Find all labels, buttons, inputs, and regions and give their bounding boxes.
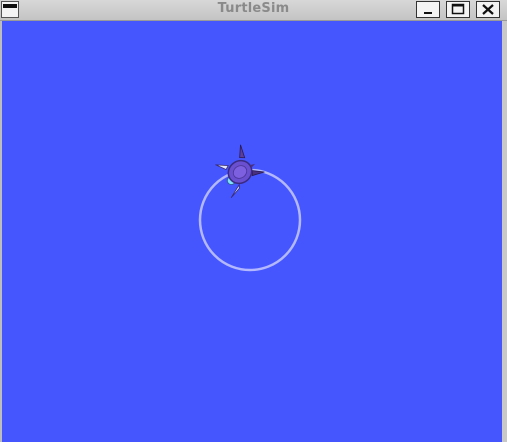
minimize-button[interactable]	[416, 1, 440, 18]
pen-trail-circle	[198, 168, 302, 272]
close-icon	[482, 4, 494, 15]
maximize-icon	[451, 3, 465, 15]
canvas-drawing	[198, 144, 302, 272]
minimize-icon	[424, 12, 432, 14]
maximize-button[interactable]	[446, 1, 470, 18]
window-right-border	[502, 21, 507, 442]
turtle-canvas[interactable]	[2, 21, 502, 442]
turtlesim-window: TurtleSim	[0, 0, 507, 442]
title-bar[interactable]: TurtleSim	[0, 0, 507, 21]
close-button[interactable]	[476, 1, 500, 18]
